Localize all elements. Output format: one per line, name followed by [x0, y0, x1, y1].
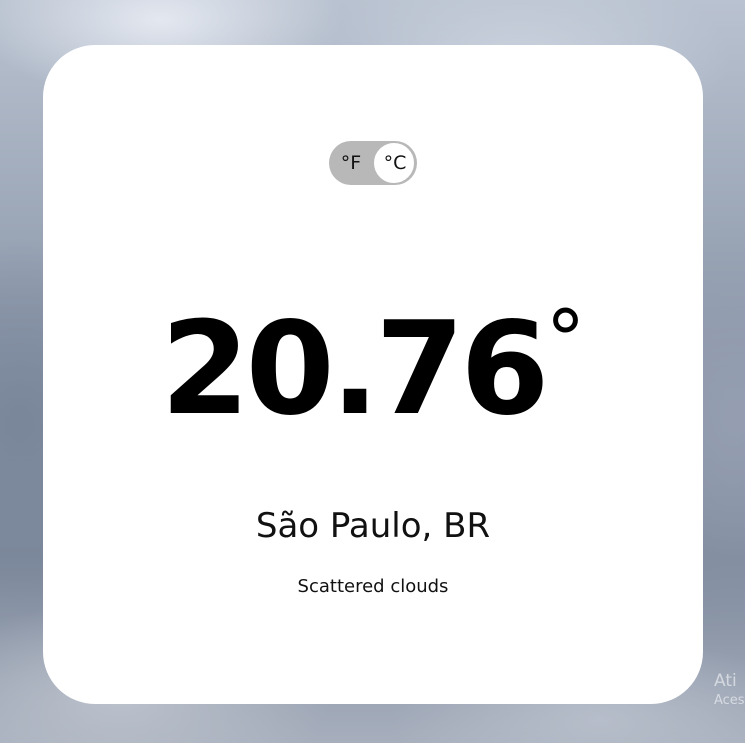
weather-card: °F °C 20.76° São Paulo, BR Scattered clo…	[43, 45, 703, 704]
fahrenheit-option[interactable]: °F	[329, 141, 373, 185]
temperature-value: 20.76	[160, 295, 550, 444]
degree-symbol: °	[545, 293, 586, 386]
celsius-option[interactable]: °C	[373, 141, 417, 185]
watermark-line-2: Aces	[714, 693, 745, 708]
weather-description: Scattered clouds	[297, 576, 449, 597]
temperature-display: 20.76°	[43, 300, 703, 440]
unit-toggle[interactable]: °F °C	[329, 141, 417, 185]
watermark-line-1: Ati	[714, 671, 737, 691]
location-name: São Paulo, BR	[255, 506, 491, 546]
activation-watermark: Ati Aces	[714, 670, 745, 710]
